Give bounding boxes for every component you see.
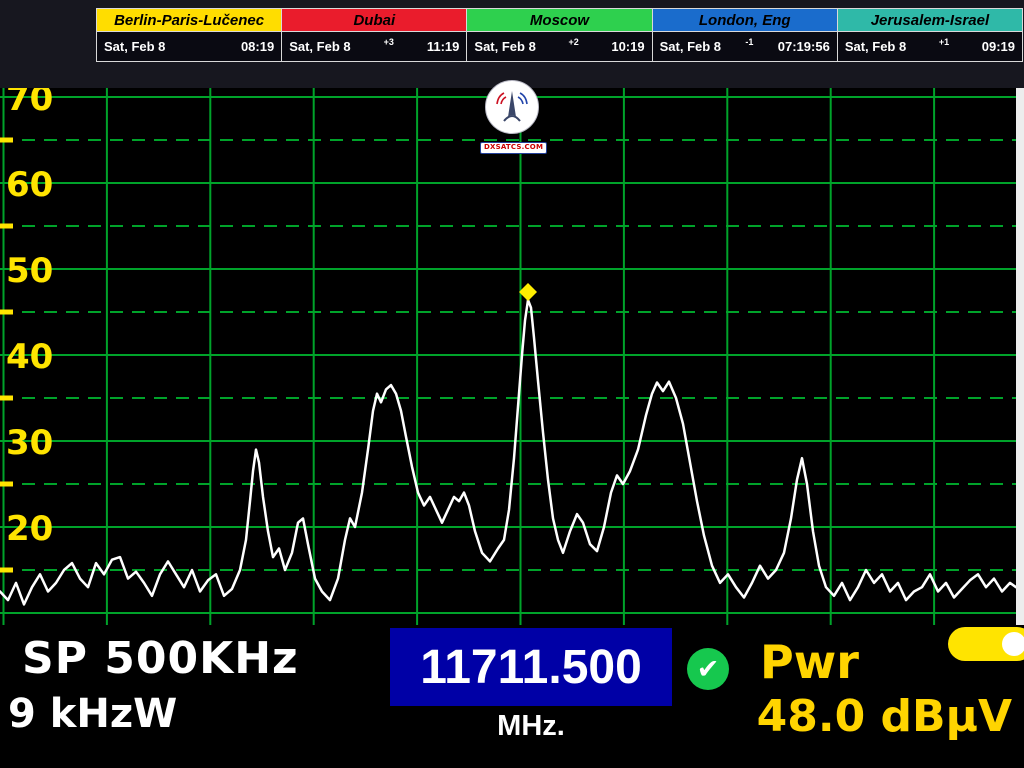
readout-bar: SP 500KHz 9 kHzW 11711.500 MHz. ✔ Pwr 48… <box>0 625 1024 768</box>
clock-date: Sat, Feb 8 <box>660 39 721 54</box>
y-axis-tick <box>0 396 13 401</box>
clock-utc-offset: +1 <box>939 37 949 47</box>
clock-time-row: Sat, Feb 8 -1 07:19:56 <box>653 32 837 61</box>
lock-check-icon: ✔ <box>687 648 729 690</box>
clock-time: 07:19:56 <box>778 39 830 54</box>
clock-column-london: London, Eng Sat, Feb 8 -1 07:19:56 <box>653 9 838 61</box>
clock-utc-offset: +2 <box>568 37 578 47</box>
clock-time-row: Sat, Feb 8 +3 11:19 <box>282 32 466 61</box>
y-axis-label: 20 <box>6 509 53 549</box>
logo-text: DXSATCS.COM <box>480 142 547 154</box>
y-axis-tick <box>0 224 13 229</box>
clock-column-dubai: Dubai Sat, Feb 8 +3 11:19 <box>282 9 467 61</box>
clock-city-name: Moscow <box>467 9 651 32</box>
clock-column-berlin: Berlin-Paris-Lučenec Sat, Feb 8 08:19 <box>97 9 282 61</box>
y-axis-tick <box>0 310 13 315</box>
y-axis-label: 40 <box>6 337 53 377</box>
y-axis-label: 70 <box>6 88 53 119</box>
span-readout: SP 500KHz <box>22 633 299 684</box>
power-value: 48.0 dBµV <box>757 691 1012 742</box>
clock-column-jerusalem: Jerusalem-Israel Sat, Feb 8 +1 09:19 <box>838 9 1022 61</box>
peak-marker-icon <box>519 283 537 301</box>
spectrum-display: 70 60 50 40 30 20 <box>0 88 1024 625</box>
clock-time: 10:19 <box>611 39 644 54</box>
clock-city-name: London, Eng <box>653 9 837 32</box>
world-clock-strip: Berlin-Paris-Lučenec Sat, Feb 8 08:19 Du… <box>96 8 1023 62</box>
clock-time-row: Sat, Feb 8 +1 09:19 <box>838 32 1022 61</box>
dxsatcs-logo: DXSATCS.COM <box>480 80 544 154</box>
power-label: Pwr <box>760 635 859 689</box>
toggle-pill[interactable] <box>948 627 1024 661</box>
clock-city-name: Berlin-Paris-Lučenec <box>97 9 281 32</box>
clock-date: Sat, Feb 8 <box>474 39 535 54</box>
clock-utc-offset: +3 <box>384 37 394 47</box>
spectrum-trace <box>0 300 1016 604</box>
clock-time: 08:19 <box>241 39 274 54</box>
toggle-knob-icon[interactable] <box>1002 632 1024 656</box>
y-axis-tick <box>0 568 13 573</box>
y-axis-label: 50 <box>6 251 53 291</box>
clock-date: Sat, Feb 8 <box>845 39 906 54</box>
bandwidth-readout: 9 kHzW <box>8 691 177 737</box>
right-edge-strip[interactable] <box>1016 88 1024 625</box>
clock-city-name: Jerusalem-Israel <box>838 9 1022 32</box>
frequency-display[interactable]: 11711.500 <box>390 628 672 706</box>
clock-time-row: Sat, Feb 8 +2 10:19 <box>467 32 651 61</box>
clock-date: Sat, Feb 8 <box>104 39 165 54</box>
antenna-icon <box>485 80 539 134</box>
clock-date: Sat, Feb 8 <box>289 39 350 54</box>
frequency-unit-label: MHz. <box>390 710 672 743</box>
y-axis-tick <box>0 482 13 487</box>
clock-city-name: Dubai <box>282 9 466 32</box>
clock-column-moscow: Moscow Sat, Feb 8 +2 10:19 <box>467 9 652 61</box>
clock-time: 09:19 <box>982 39 1015 54</box>
spectrum-svg: 70 60 50 40 30 20 <box>0 88 1024 625</box>
y-axis-label: 60 <box>6 165 53 205</box>
clock-utc-offset: -1 <box>745 37 753 47</box>
y-axis-tick <box>0 138 13 143</box>
clock-time-row: Sat, Feb 8 08:19 <box>97 32 281 61</box>
y-axis-label: 30 <box>6 423 53 463</box>
clock-time: 11:19 <box>427 39 460 54</box>
